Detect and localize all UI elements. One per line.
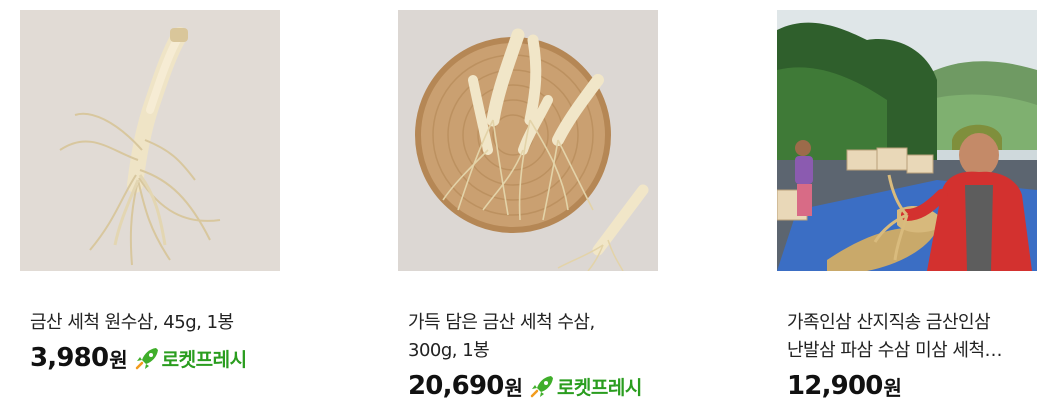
product-title-2-line-1: 가득 담은 금산 세척 수삼, (408, 312, 595, 333)
price-row-3: 12,900 원 (777, 371, 1037, 401)
currency-1: 원 (109, 347, 128, 372)
price-row-2: 20,690 원 로켓프레시 (398, 371, 658, 401)
rocket-icon (135, 348, 158, 370)
product-price-3: 12,900 (787, 371, 883, 401)
product-card-1[interactable]: 금산 세척 원수삼, 45g, 1봉 3,980 원 로켓프레시 (20, 10, 280, 373)
product-title-2-line-2: 300g, 1봉 (408, 340, 490, 361)
product-image-1[interactable] (20, 10, 280, 271)
product-title-1-line-1: 금산 세척 원수삼, 45g, 1봉 (30, 312, 234, 333)
product-card-2[interactable]: 가득 담은 금산 세척 수삼, 300g, 1봉 20,690 원 로켓프레시 (398, 10, 658, 401)
product-price-2: 20,690 (408, 371, 504, 401)
product-title-3-line-1: 가족인삼 산지직송 금산인삼 (787, 312, 991, 333)
ginseng-farm-photo (777, 10, 1037, 271)
product-title-1[interactable]: 금산 세척 원수삼, 45g, 1봉 (20, 309, 280, 337)
currency-2: 원 (504, 375, 523, 400)
product-title-3[interactable]: 가족인삼 산지직송 금산인삼 난발삼 파삼 수삼 미삼 세척… (777, 309, 1037, 365)
product-image-3[interactable] (777, 10, 1037, 271)
product-title-2[interactable]: 가득 담은 금산 세척 수삼, 300g, 1봉 (398, 309, 658, 365)
ginseng-basket-photo (398, 10, 658, 271)
rocket-fresh-label-2: 로켓프레시 (556, 376, 642, 399)
rocket-fresh-label-1: 로켓프레시 (161, 348, 247, 371)
product-card-3[interactable]: 가족인삼 산지직송 금산인삼 난발삼 파삼 수삼 미삼 세척… 12,900 원 (777, 10, 1037, 401)
currency-3: 원 (883, 375, 902, 400)
rocket-fresh-badge-2: 로켓프레시 (529, 373, 642, 400)
rocket-icon (530, 376, 553, 398)
price-row-1: 3,980 원 로켓프레시 (20, 343, 280, 373)
product-price-1: 3,980 (30, 343, 109, 373)
ginseng-root-photo (20, 10, 280, 271)
product-image-2[interactable] (398, 10, 658, 271)
rocket-fresh-badge-1: 로켓프레시 (134, 345, 247, 372)
product-title-3-line-2: 난발삼 파삼 수삼 미삼 세척… (787, 340, 1003, 361)
